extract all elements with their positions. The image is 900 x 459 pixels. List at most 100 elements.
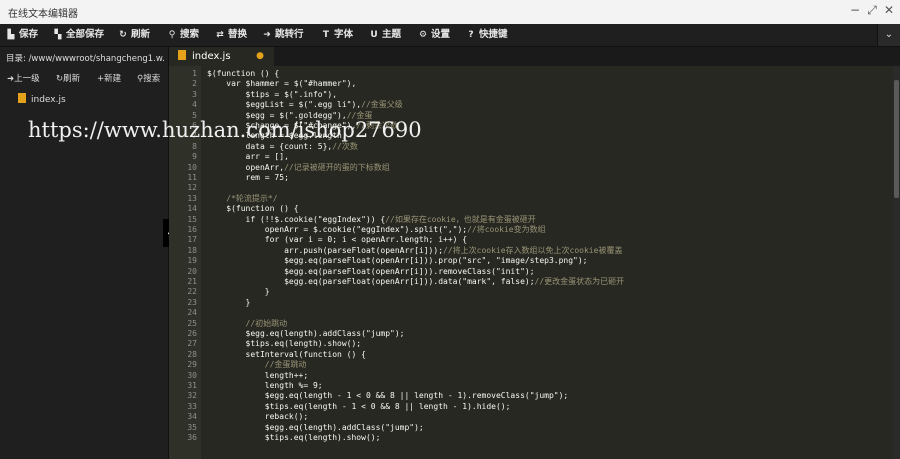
maximize-icon[interactable]: ⤢ <box>865 3 879 18</box>
line-code: data = {count: 5},//次数 <box>207 141 358 151</box>
watermark: https://www.huzhan.com/ishop27690 <box>28 118 422 142</box>
code-line: 15 if (!!$.cookie("eggIndex")) {//如果存在co… <box>169 215 893 225</box>
line-number: 2 <box>192 79 197 89</box>
code-line: 20 $egg.eq(parseFloat(openArr[i])).remov… <box>169 267 893 277</box>
title-bar: 在线文本编辑器 − ⤢ ✕ <box>0 0 900 25</box>
code-line: 2 var $hammer = $("#hammer"), <box>169 79 893 89</box>
line-number: 20 <box>187 266 197 276</box>
save-all-icon: ▚ <box>54 30 62 40</box>
sidebar-refresh-button[interactable]: ↻刷新 <box>56 72 80 84</box>
code-line: 16 openArr = $.cookie("eggIndex").split(… <box>169 225 893 235</box>
line-code: $(function () { <box>207 204 299 214</box>
save-button[interactable]: ▙ 保存 <box>6 24 38 46</box>
line-code: $eggList = $(".egg li"),//金蛋父级 <box>207 100 403 110</box>
line-number: 9 <box>192 152 197 162</box>
directory-path: 目录: /www/wwwroot/shangcheng1.w... <box>6 54 164 64</box>
line-number: 35 <box>187 422 197 432</box>
new-file-button[interactable]: +新建 <box>97 72 121 84</box>
font-button[interactable]: T 字体 <box>321 24 353 46</box>
code-line: 8 data = {count: 5},//次数 <box>169 142 893 152</box>
settings-icon: ⚙ <box>418 30 428 40</box>
line-code: setInterval(function () { <box>207 349 366 359</box>
goto-line-button[interactable]: ➜ 跳转行 <box>262 24 303 46</box>
code-line: 17 for (var i = 0; i < openArr.length; i… <box>169 235 893 245</box>
code-line: 13 /*轮流提示*/ <box>169 194 893 204</box>
unsaved-dot-icon[interactable]: ● <box>256 47 264 66</box>
code-line: 27 $tips.eq(length).show(); <box>169 339 893 349</box>
line-number: 10 <box>187 162 197 172</box>
line-number: 12 <box>187 183 197 193</box>
goto-line-icon: ➜ <box>263 30 271 40</box>
line-code: reback(); <box>207 412 309 422</box>
parent-dir-button[interactable]: ➜上一级 <box>7 72 40 84</box>
line-code: openArr = $.cookie("eggIndex").split(","… <box>207 225 546 234</box>
line-number: 36 <box>187 433 197 442</box>
line-code: rem = 75; <box>207 173 289 182</box>
replace-icon: ⇄ <box>216 30 224 40</box>
line-number: 16 <box>187 225 197 234</box>
theme-button[interactable]: U 主题 <box>369 24 401 46</box>
line-number: 11 <box>187 173 197 182</box>
settings-button[interactable]: ⚙ 设置 <box>418 24 450 46</box>
toolbar: ▙ 保存 ▚ 全部保存 ↻ 刷新 ⚲ 搜索 ⇄ 替换 ➜ 跳转行 T 字体 U 主题 ⚙ 设置 ?… <box>0 24 900 47</box>
line-code: $egg.eq(length).addClass("jump"); <box>207 329 405 338</box>
line-number: 30 <box>187 370 197 380</box>
code-line: 23 } <box>169 298 893 308</box>
tab-index-js[interactable]: index.js ● <box>169 47 274 66</box>
line-number: 1 <box>192 69 197 78</box>
scrollbar-thumb[interactable] <box>894 80 899 198</box>
close-icon[interactable]: ✕ <box>882 3 896 17</box>
search-button[interactable]: ⚲ 搜索 <box>167 24 199 46</box>
line-code: } <box>207 287 270 297</box>
line-number: 34 <box>187 412 197 422</box>
code-line: 14 $(function () { <box>169 204 893 214</box>
line-number: 22 <box>187 287 197 297</box>
line-code: arr.push(parseFloat(openArr[i]));//将上次co… <box>207 245 623 255</box>
replace-button[interactable]: ⇄ 替换 <box>215 24 247 46</box>
code-line: 1 $(function () { <box>169 69 893 79</box>
minimize-icon[interactable]: − <box>848 3 862 17</box>
refresh-button[interactable]: ↻ 刷新 <box>118 24 150 46</box>
shortcut-button[interactable]: ? 快捷键 <box>466 24 507 46</box>
shortcut-icon: ? <box>468 30 474 40</box>
font-icon: T <box>322 30 330 40</box>
code-line: 11 rem = 75; <box>169 173 893 183</box>
save-icon: ▙ <box>7 30 15 40</box>
line-code: if (!!$.cookie("eggIndex")) {//如果存在cooki… <box>207 214 536 224</box>
line-code: $egg.eq(parseFloat(openArr[i])).removeCl… <box>207 266 535 276</box>
save-all-button[interactable]: ▚ 全部保存 <box>53 24 104 46</box>
line-number: 8 <box>192 141 197 151</box>
code-line: 24 <box>169 308 893 318</box>
search-icon: ⚲ <box>168 30 176 40</box>
code-line: 31 length %= 9; <box>169 381 893 391</box>
line-code: $egg.eq(length).addClass("jump"); <box>207 422 424 432</box>
line-code: length %= 9; <box>207 381 323 390</box>
line-number: 33 <box>187 401 197 411</box>
line-code: openArr,//记录被砸开的蛋的下标数组 <box>207 162 390 172</box>
code-line: 32 $egg.eq(length - 1 < 0 && 8 || length… <box>169 391 893 401</box>
code-line: 12 <box>169 183 893 193</box>
line-number: 19 <box>187 256 197 266</box>
code-line: 18 arr.push(parseFloat(openArr[i]));//将上… <box>169 246 893 256</box>
code-line: 30 length++; <box>169 371 893 381</box>
line-number: 24 <box>187 308 197 318</box>
editor-scrollbar[interactable] <box>893 66 900 459</box>
code-line: 29 //金蛋跳动 <box>169 360 893 370</box>
line-number: 25 <box>187 318 197 328</box>
line-number: 15 <box>187 214 197 224</box>
line-code: arr = [], <box>207 152 289 162</box>
code-line: 9 arr = [], <box>169 152 893 162</box>
line-code: $tips.eq(length).show(); <box>207 433 381 442</box>
line-code: $tips.eq(length - 1 < 0 && 8 || length -… <box>207 401 511 411</box>
tab-bar: index.js ● <box>169 47 900 66</box>
line-number: 31 <box>187 381 197 390</box>
line-number: 4 <box>192 100 197 110</box>
code-line: 21 $egg.eq(parseFloat(openArr[i])).data(… <box>169 277 893 287</box>
code-line: 34 reback(); <box>169 412 893 422</box>
sidebar-search-button[interactable]: ⚲搜索 <box>137 72 160 84</box>
line-number: 28 <box>187 349 197 359</box>
file-item[interactable]: index.js <box>18 93 66 105</box>
sidebar-actions: ➜上一级 ↻刷新 +新建 ⚲搜索 <box>0 69 168 87</box>
chevron-down-icon[interactable]: ⌄ <box>877 24 900 46</box>
line-code: $tips = $(".info"), <box>207 89 338 99</box>
